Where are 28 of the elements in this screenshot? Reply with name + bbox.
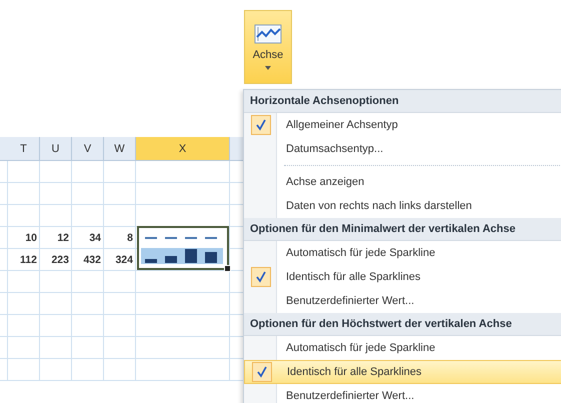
line-chart-icon [254, 24, 282, 44]
column-header[interactable]: T [8, 137, 40, 160]
table-cell: 112 [20, 254, 37, 266]
table-cell: 10 [25, 232, 37, 244]
table-cell: 223 [51, 254, 69, 266]
menu-item[interactable]: Automatisch für jede Sparkline [244, 336, 561, 360]
menu-item[interactable]: Achse anzeigen [244, 170, 561, 194]
menu-item[interactable]: Identisch für alle Sparklines [244, 360, 561, 384]
table-cell: 12 [57, 232, 69, 244]
menu-item[interactable]: Benutzerdefinierter Wert... [244, 384, 561, 403]
column-header[interactable]: V [72, 137, 104, 160]
table-cell: 8 [127, 232, 133, 244]
menu-section-header: Horizontale Achsenoptionen [244, 90, 561, 113]
table-cell: 324 [115, 254, 133, 266]
menu-section-header: Optionen für den Minimalwert der vertikalen Achse [244, 218, 561, 241]
menu-item[interactable]: Automatisch für jede Sparkline [244, 241, 561, 265]
menu-item[interactable]: Daten von rechts nach links darstellen [244, 194, 561, 218]
table-cell: 432 [83, 254, 101, 266]
menu-section-header: Optionen für den Höchstwert der vertikalen Achse [244, 313, 561, 336]
axis-button[interactable]: Achse [244, 10, 292, 84]
menu-item[interactable]: Identisch für alle Sparklines [244, 265, 561, 289]
table-cell: 34 [89, 232, 101, 244]
menu-item[interactable]: Benutzerdefinierter Wert... [244, 289, 561, 313]
caret-icon [265, 66, 271, 70]
column-header[interactable]: U [40, 137, 72, 160]
menu-item[interactable]: Datumsachsentyp... [244, 137, 561, 161]
menu-item[interactable]: Allgemeiner Achsentyp [244, 113, 561, 137]
column-header[interactable]: X [136, 137, 230, 160]
